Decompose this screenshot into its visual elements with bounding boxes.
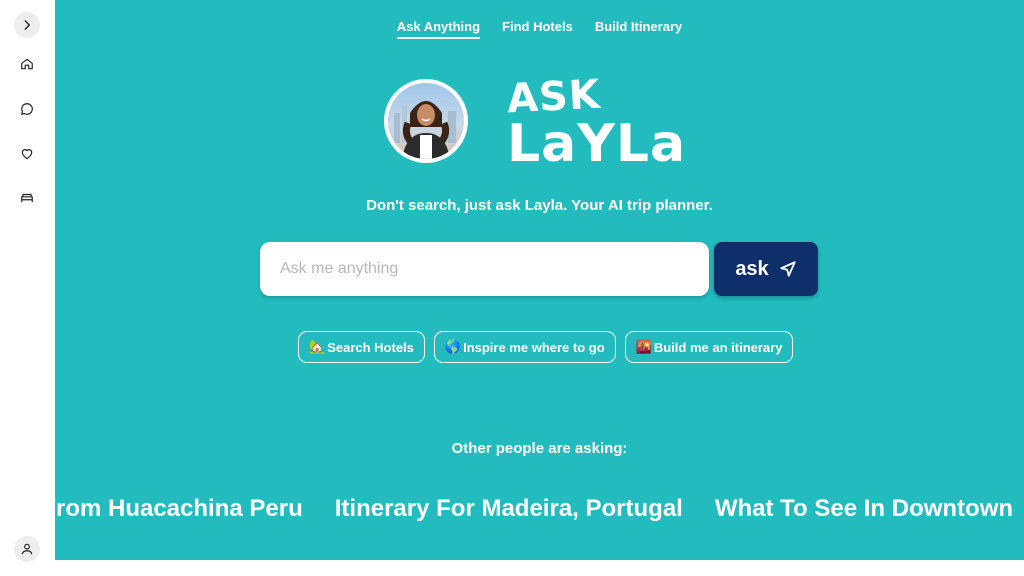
chip-label: Inspire me where to go	[463, 339, 605, 355]
chip-inspire-me[interactable]: 🌎 Inspire me where to go	[433, 331, 616, 363]
chip-search-hotels[interactable]: 🏡 Search Hotels	[298, 331, 425, 363]
user-icon	[21, 543, 33, 555]
suggestion-chips: 🏡 Search Hotels 🌎 Inspire me where to go…	[298, 331, 794, 363]
layla-avatar	[384, 79, 468, 163]
tab-find-hotels[interactable]: Find Hotels	[502, 19, 573, 39]
chip-label: Search Hotels	[327, 339, 414, 355]
sidebar-item-favorites[interactable]	[14, 141, 40, 167]
ask-layla-logo: ASK LaYLa	[506, 72, 687, 174]
app-root: Ask Anything Find Hotels Build Itinerary	[0, 0, 1024, 576]
globe-icon: 🌎	[444, 339, 462, 354]
trending-question[interactable]: o From Huacachina Peru	[55, 495, 303, 523]
logo-line-layla: LaYLa	[507, 114, 687, 174]
profile-button[interactable]	[14, 536, 40, 562]
chip-label: Build me an itinerary	[653, 339, 783, 355]
trending-question[interactable]: Itinerary For Madeira, Portugal	[335, 495, 683, 523]
sidebar-item-chats[interactable]	[14, 96, 40, 122]
search-input[interactable]	[260, 242, 700, 296]
cityscape-icon: 🌇	[635, 339, 652, 354]
bottom-strip	[55, 560, 1024, 576]
tab-ask-anything[interactable]: Ask Anything	[396, 19, 481, 39]
avatar-image	[388, 83, 464, 159]
tab-build-itinerary[interactable]: Build Itinerary	[595, 19, 682, 39]
home-icon	[21, 58, 33, 70]
sidebar	[0, 0, 56, 576]
ask-button-label: ask	[735, 257, 769, 280]
chevron-right-icon	[24, 20, 31, 30]
trending-question[interactable]: What To See In Downtown	[715, 495, 1013, 523]
sidebar-item-hotels[interactable]	[14, 185, 40, 211]
sidebar-item-home[interactable]	[14, 51, 40, 77]
ask-button[interactable]: ask	[714, 242, 818, 296]
chat-bubble-icon	[21, 103, 33, 115]
main-panel: Ask Anything Find Hotels Build Itinerary	[55, 0, 1024, 560]
trending-questions-marquee: o From Huacachina Peru Itinerary For Mad…	[55, 495, 1013, 523]
search-box	[260, 242, 709, 296]
expand-sidebar-button[interactable]	[14, 12, 40, 38]
heart-icon	[21, 149, 33, 160]
house-icon: 🏡	[309, 339, 326, 354]
top-nav: Ask Anything Find Hotels Build Itinerary	[55, 19, 1024, 39]
others-asking-heading: Other people are asking:	[451, 440, 628, 457]
tagline: Don't search, just ask Layla. Your AI tr…	[366, 197, 713, 214]
send-icon	[780, 261, 796, 277]
bed-icon	[21, 193, 33, 203]
chip-build-itinerary[interactable]: 🌇 Build me an itinerary	[624, 331, 794, 363]
